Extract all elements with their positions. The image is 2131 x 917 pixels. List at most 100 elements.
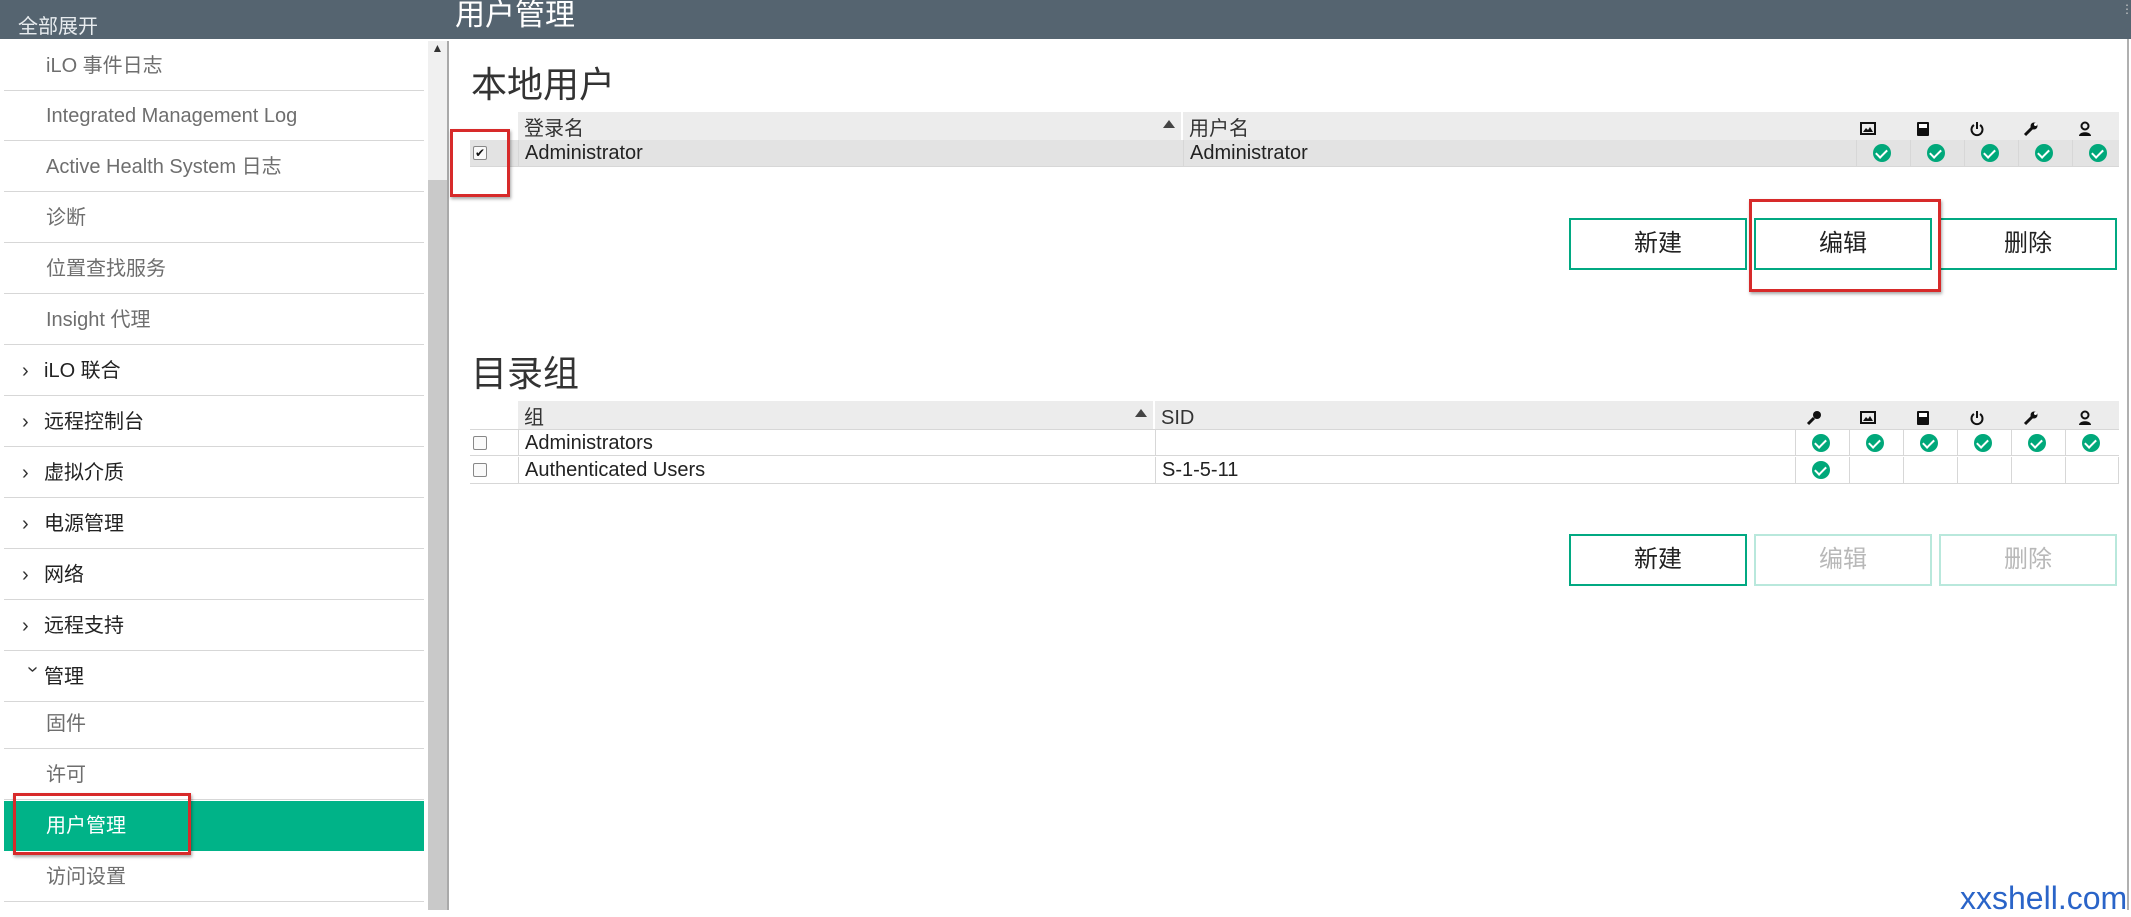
privilege-cell [1849, 457, 1903, 483]
check-circle-icon [1873, 144, 1891, 162]
chevron-right-icon: › [22, 564, 29, 586]
sidebar-item-label: 访问设置 [46, 866, 126, 888]
group-edit-button[interactable]: 编辑 [1754, 534, 1932, 586]
local-delete-button[interactable]: 删除 [1939, 218, 2117, 270]
privilege-cell [2011, 430, 2065, 455]
sidebar-item-label: 虚拟介质 [44, 462, 124, 484]
chevron-right-icon: › [22, 411, 29, 433]
power-icon [1970, 122, 1984, 137]
page-title: 用户管理 [455, 0, 575, 32]
sidebar-item-virtual-media[interactable]: › 虚拟介质 [4, 448, 424, 498]
group-cell: Administrators [518, 430, 1155, 455]
privilege-cell [1903, 430, 1957, 455]
expand-all-link[interactable]: 全部展开 [18, 10, 98, 39]
group-delete-button[interactable]: 删除 [1939, 534, 2117, 586]
sidebar-item-firmware[interactable]: 固件 [4, 699, 424, 749]
sidebar-item-remote-support[interactable]: › 远程支持 [4, 601, 424, 651]
watermark: xxshell.com [1960, 880, 2128, 916]
sidebar-item-network[interactable]: › 网络 [4, 550, 424, 600]
sidebar-nav: iLO 事件日志 Integrated Management Log Activ… [0, 41, 429, 910]
table-row[interactable]: Administrators [470, 429, 2119, 456]
check-circle-icon [2035, 144, 2053, 162]
privilege-cell [2065, 430, 2119, 455]
sidebar-item-access-settings[interactable]: 访问设置 [4, 852, 424, 902]
table-row[interactable]: ✔ Administrator Administrator [470, 140, 2119, 167]
sidebar-item-label: iLO 事件日志 [46, 55, 163, 77]
chevron-right-icon: › [22, 615, 29, 637]
check-circle-icon [2028, 434, 2046, 452]
divider [2127, 39, 2129, 910]
row-checkbox[interactable] [473, 463, 487, 477]
privilege-cell [2018, 140, 2072, 166]
sidebar-item-licensing[interactable]: 许可 [4, 750, 424, 800]
scroll-up-arrow-icon[interactable]: ▲ [430, 41, 445, 57]
group-new-button[interactable]: 新建 [1569, 534, 1747, 586]
sidebar-item-diagnostics[interactable]: 诊断 [4, 193, 424, 243]
sidebar-item-ilo-event-log[interactable]: iLO 事件日志 [4, 41, 424, 91]
row-checkbox[interactable] [473, 436, 487, 450]
remote-console-icon [1860, 411, 1876, 424]
sidebar-item-label: Active Health System 日志 [46, 156, 282, 178]
virtual-media-icon [1917, 411, 1929, 425]
virtual-media-icon [1917, 122, 1929, 136]
sidebar-item-insight-agent[interactable]: Insight 代理 [4, 295, 424, 345]
chevron-right-icon: › [22, 360, 29, 382]
column-header-label: 登录名 [524, 118, 584, 140]
sidebar-item-user-admin[interactable]: 用户管理 [4, 801, 424, 851]
sidebar-item-administration[interactable]: ›管理 [4, 652, 424, 702]
column-header-login[interactable]: 登录名 [518, 112, 1181, 140]
check-circle-icon [1974, 434, 1992, 452]
column-header-group[interactable]: 组 [518, 401, 1153, 429]
column-header-sid[interactable]: SID [1155, 401, 1795, 429]
sid-cell: S-1-5-11 [1155, 457, 1795, 483]
sidebar-item-label: 固件 [46, 713, 86, 735]
local-new-button[interactable]: 新建 [1569, 218, 1747, 270]
local-users-heading: 本地用户 [471, 64, 616, 105]
login-cell: Administrator [518, 140, 1183, 166]
local-edit-button[interactable]: 编辑 [1754, 218, 1932, 270]
remote-console-icon [1860, 122, 1876, 135]
privilege-cell [1964, 140, 2018, 166]
window-corner-icon: ⋮ [2121, 2, 2131, 16]
sidebar-item-power[interactable]: › 电源管理 [4, 499, 424, 549]
config-icon [2023, 411, 2038, 426]
top-bar: 全部展开 用户管理 ⋮ [0, 0, 2131, 39]
sid-cell [1155, 430, 1795, 455]
check-circle-icon [1812, 434, 1830, 452]
sidebar-scroll-thumb[interactable] [428, 180, 447, 910]
sidebar-item-label: 用户管理 [46, 815, 126, 837]
check-circle-icon [1866, 434, 1884, 452]
check-circle-icon [1812, 461, 1830, 479]
sidebar-item-label: 许可 [46, 764, 86, 786]
username-cell: Administrator [1183, 140, 1856, 166]
privilege-cell [1795, 430, 1849, 455]
sidebar-item-locator[interactable]: 位置查找服务 [4, 244, 424, 294]
sidebar-item-ahs-log[interactable]: Active Health System 日志 [4, 142, 424, 192]
group-cell: Authenticated Users [518, 457, 1155, 483]
column-header-username[interactable]: 用户名 [1183, 112, 1856, 140]
sidebar-item-label: 诊断 [46, 207, 86, 229]
user-admin-icon [2079, 121, 2091, 136]
privilege-cell [1910, 140, 1964, 166]
privilege-cell [1957, 457, 2011, 483]
row-checkbox[interactable]: ✔ [473, 146, 487, 160]
login-key-icon [1806, 411, 1821, 426]
chevron-right-icon: › [22, 513, 29, 535]
chevron-down-icon: › [22, 666, 44, 673]
check-circle-icon [2082, 434, 2100, 452]
sidebar-item-label: Insight 代理 [46, 309, 151, 331]
sidebar-item-iml[interactable]: Integrated Management Log [4, 91, 424, 141]
privilege-cell [1849, 430, 1903, 455]
sidebar-item-label: 网络 [44, 564, 84, 586]
sidebar-item-label: 电源管理 [44, 513, 124, 535]
config-icon [2023, 122, 2038, 137]
check-circle-icon [1981, 144, 1999, 162]
table-row[interactable]: Authenticated Users S-1-5-11 [470, 457, 2119, 484]
power-icon [1970, 411, 1984, 426]
chevron-right-icon: › [22, 462, 29, 484]
sidebar-item-ilo-federation[interactable]: › iLO 联合 [4, 346, 424, 396]
check-circle-icon [1927, 144, 1945, 162]
privilege-cell [1957, 430, 2011, 455]
sidebar-item-remote-console[interactable]: › 远程控制台 [4, 397, 424, 447]
sort-asc-icon [1163, 120, 1175, 128]
